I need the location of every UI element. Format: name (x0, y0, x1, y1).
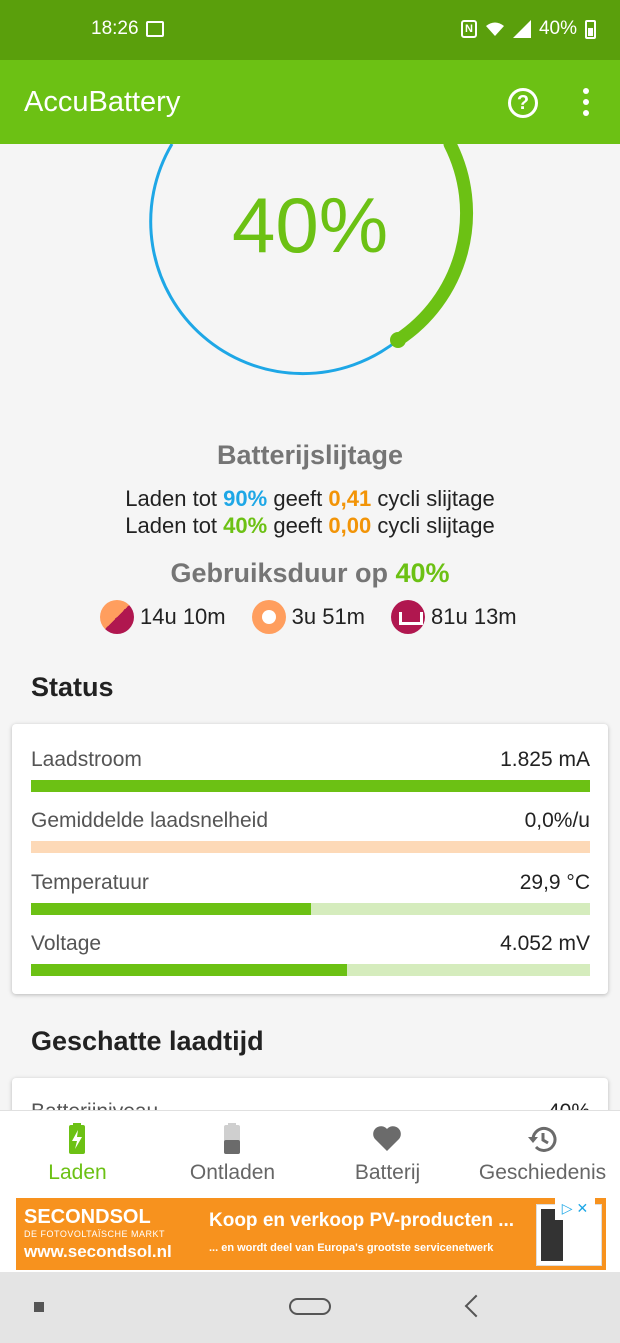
wear-suffix: cycli slijtage (371, 513, 495, 538)
ad-choices-close-icon[interactable]: ▷ ✕ (555, 1198, 595, 1220)
wear-cycles-90: 0,41 (328, 486, 372, 511)
row-label: Gemiddelde laadsnelheid (31, 809, 268, 832)
status-section-title: Status (31, 672, 114, 702)
nav-ontladen[interactable]: Ontladen (155, 1111, 310, 1197)
row-track (31, 903, 590, 915)
wear-suffix: cycli slijtage (371, 486, 495, 511)
status-card: Laadstroom 1.825 mA Gemiddelde laadsnelh… (12, 724, 608, 994)
ad-subline: ... en wordt deel van Europa's grootste … (209, 1242, 494, 1254)
app-title: AccuBattery (24, 86, 181, 118)
usage-sleep-value: 81u 13m (431, 604, 517, 629)
ad-brand-sub: DE FOTOVOLTAÏSCHE MARKT (24, 1229, 166, 1239)
wear-title: Batterijslijtage (216, 440, 404, 470)
nav-laden[interactable]: Laden (0, 1111, 155, 1197)
wear-line-40: Laden tot 40% geeft 0,00 cycli slijtage (0, 513, 620, 539)
more-vert-icon[interactable] (576, 88, 596, 118)
battery-status-icon (585, 19, 596, 39)
bottom-navigation: Laden Ontladen Batterij Geschiedenis (0, 1110, 620, 1196)
usage-title: Gebruiksduur op 40% (0, 558, 620, 589)
row-track (31, 964, 590, 976)
ad-headline: Koop en verkoop PV-producten ... (209, 1210, 515, 1231)
row-value: 4.052 mV (500, 932, 590, 955)
nav-label: Ontladen (189, 1161, 276, 1184)
nav-geschiedenis[interactable]: Geschiedenis (465, 1111, 620, 1197)
usage-title-prefix: Gebruiksduur op (170, 558, 396, 588)
row-label: Voltage (31, 932, 102, 955)
wear-level-40: 40% (223, 513, 268, 538)
ad-brand-name: SECONDSOL (24, 1206, 151, 1228)
row-value: 0,0%/u (524, 809, 590, 832)
row-fill (31, 780, 590, 792)
ad-banner[interactable]: SECONDSOL DE FOTOVOLTAÏSCHE MARKT www.se… (0, 1196, 620, 1272)
usage-row: 14u 10m 3u 51m 81u 13m (100, 600, 543, 634)
gauge-percent: 40% (231, 181, 389, 269)
image-notification-icon (146, 21, 164, 37)
battery-charging-icon (69, 1123, 85, 1154)
status-bar: 18:26 N 40% (0, 0, 620, 60)
nav-label: Geschiedenis (478, 1161, 607, 1184)
row-value: 29,9 °C (519, 871, 590, 894)
ad-content[interactable]: SECONDSOL DE FOTOVOLTAÏSCHE MARKT www.se… (16, 1198, 606, 1270)
wear-prefix: Laden tot (125, 513, 224, 538)
usage-combined-value: 14u 10m (140, 604, 226, 629)
signal-icon (512, 20, 531, 38)
app-bar: AccuBattery ? (0, 60, 620, 144)
screen-on-sun-icon (251, 600, 286, 634)
help-circle-icon[interactable]: ? (508, 88, 538, 118)
wear-cycles-40: 0,00 (328, 513, 372, 538)
wear-mid: geeft (267, 513, 329, 538)
wear-level-90: 90% (223, 486, 268, 511)
wear-prefix: Laden tot (125, 486, 224, 511)
row-fill (31, 964, 347, 976)
wear-mid: geeft (267, 486, 329, 511)
heart-icon (373, 1126, 401, 1151)
back-button-icon[interactable] (464, 1294, 488, 1318)
status-time: 18:26 (91, 18, 139, 39)
nav-label: Laden (48, 1161, 107, 1184)
sleep-bed-icon (391, 600, 426, 634)
usage-title-value: 40% (395, 558, 450, 588)
nfc-icon: N (460, 20, 477, 38)
app-screen: 18:26 N 40% AccuBattery ? 40% Batterijsl… (0, 0, 620, 1343)
history-icon (528, 1126, 557, 1152)
recent-apps-icon[interactable] (34, 1302, 44, 1312)
wear-line-90: Laden tot 90% geeft 0,41 cycli slijtage (0, 486, 620, 512)
status-icons: N 40% (460, 18, 596, 40)
status-battery-text: 40% (538, 18, 577, 39)
row-label: Temperatuur (31, 871, 149, 894)
row-value: 1.825 mA (500, 748, 590, 771)
system-navigation-bar (0, 1272, 620, 1343)
usage-screen-on-value: 3u 51m (291, 604, 366, 629)
ad-brand: SECONDSOL DE FOTOVOLTAÏSCHE MARKT (24, 1206, 165, 1239)
wifi-icon (485, 22, 504, 36)
ad-url: www.secondsol.nl (24, 1242, 172, 1261)
gauge-end-dot (390, 332, 406, 348)
row-track (31, 780, 590, 792)
home-button-icon[interactable] (289, 1298, 331, 1315)
nav-label: Batterij (354, 1161, 421, 1184)
row-track (31, 841, 590, 853)
combined-usage-icon (100, 600, 134, 634)
battery-icon (224, 1123, 240, 1154)
nav-batterij[interactable]: Batterij (310, 1111, 465, 1197)
row-fill (31, 903, 311, 915)
estimate-section-title: Geschatte laadtijd (31, 1026, 264, 1056)
row-label: Laadstroom (31, 748, 142, 771)
